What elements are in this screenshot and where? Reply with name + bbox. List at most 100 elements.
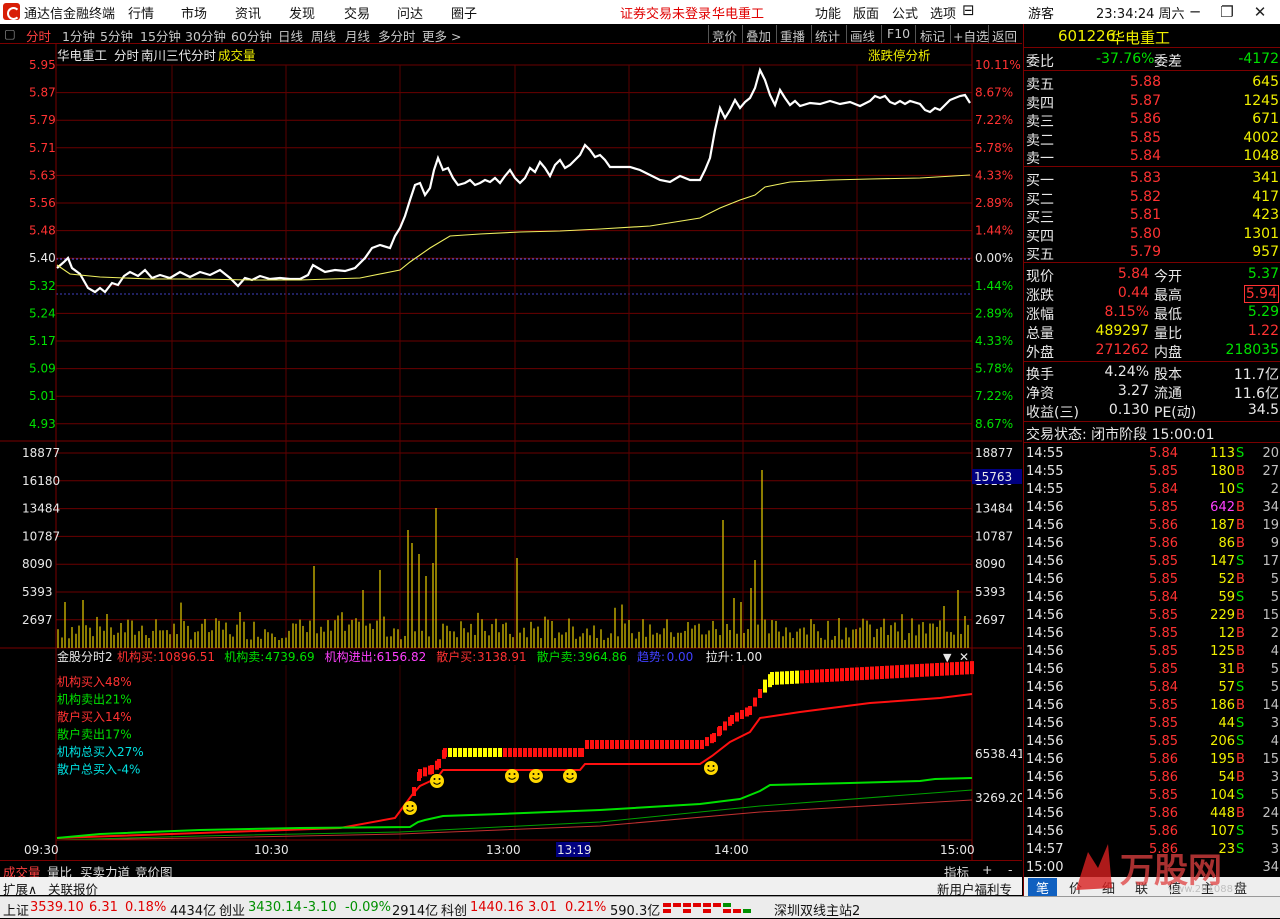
tool-gongneng[interactable]: 功能: [815, 3, 841, 22]
bid-row[interactable]: 买四 5.80 1301: [1024, 226, 1280, 245]
volume-tick-label-right: 2697: [975, 613, 1006, 627]
stat-row[interactable]: 换手 4.24% 股本 11.7亿: [1024, 364, 1280, 383]
tab-biaoji[interactable]: 标记: [920, 26, 945, 45]
tab-daily[interactable]: 日线: [278, 26, 303, 45]
ask-row[interactable]: 卖一 5.84 1048: [1024, 148, 1280, 167]
kc-index-label[interactable]: 科创: [441, 900, 467, 919]
quote-tab-0[interactable]: 笔: [1028, 878, 1058, 897]
ask-row[interactable]: 卖四 5.87 1245: [1024, 93, 1280, 112]
indicator-bar: [563, 748, 567, 757]
tick-side: B: [1236, 806, 1245, 821]
tab-more[interactable]: 更多 >: [422, 26, 461, 45]
ask-label: 卖一: [1026, 151, 1054, 167]
tab-monthly[interactable]: 月线: [345, 26, 370, 45]
tick-side: S: [1236, 788, 1245, 803]
menu-item-jiaoyi[interactable]: 交易: [344, 3, 370, 22]
window-close-icon[interactable]: ✕: [1245, 1, 1275, 23]
tab-back[interactable]: 返回: [992, 26, 1017, 45]
window-minimize-icon[interactable]: ─: [1180, 1, 1210, 23]
stat-label: 流通: [1154, 386, 1182, 402]
tab-15min[interactable]: 15分钟: [140, 26, 181, 45]
tab-huaxian[interactable]: 画线: [850, 26, 875, 45]
tab-weekly[interactable]: 周线: [311, 26, 336, 45]
indicator-item-label: 拉升:: [706, 649, 734, 664]
intraday-chart[interactable]: 5.95 10.11% 5.87 8.67% 5.79 7.22% 5.71 5.78% 5.6…: [0, 44, 1022, 860]
bid-label: 买二: [1026, 191, 1054, 208]
stat-row[interactable]: 涨幅 8.15% 最低 5.29: [1024, 304, 1280, 323]
tab-5min[interactable]: 5分钟: [100, 26, 133, 45]
tick-time: 14:56: [1026, 752, 1064, 767]
sh-index-label[interactable]: 上证: [3, 900, 29, 919]
menu-item-hangqing[interactable]: 行情: [128, 3, 154, 22]
user-label[interactable]: 游客: [1028, 3, 1054, 22]
collapse-icon[interactable]: ▢: [4, 26, 16, 41]
limit-analysis-button[interactable]: 涨跌停分析: [868, 48, 931, 63]
tick-time: 14:55: [1026, 464, 1064, 479]
tab-fenshi[interactable]: 分时: [26, 26, 51, 45]
stat-row[interactable]: 收益(三) 0.130 PE(动) 34.5: [1024, 402, 1280, 421]
bid-row[interactable]: 买二 5.82 417: [1024, 189, 1280, 208]
bid-price: 5.83: [1129, 170, 1161, 186]
time-tick-label: 15:00: [940, 843, 975, 857]
menu-item-zixun[interactable]: 资讯: [235, 3, 261, 22]
menu-item-faxian[interactable]: 发现: [289, 3, 315, 22]
tick-price: 5.85: [1149, 608, 1178, 623]
cy-index-label[interactable]: 创业: [219, 900, 245, 919]
tick-volume: 44: [1218, 716, 1235, 731]
bid-row[interactable]: 买五 5.79 957: [1024, 244, 1280, 263]
tool-xuanxiang[interactable]: 选项: [930, 3, 956, 22]
tab-multi-fenshi[interactable]: 多分时: [378, 26, 416, 45]
tick-price: 5.86: [1149, 752, 1178, 767]
indicator-item-label: 机构进出:: [325, 649, 377, 664]
indicator-bar: [748, 706, 752, 715]
tool-gongshi[interactable]: 公式: [892, 3, 918, 22]
tab-diejia[interactable]: 叠加: [746, 26, 771, 45]
login-notice[interactable]: 证券交易未登录: [620, 3, 711, 22]
tab-tongji[interactable]: 统计: [815, 26, 840, 45]
zoom-out-button[interactable]: -: [1008, 862, 1013, 877]
bid-row[interactable]: 买一 5.83 341: [1024, 170, 1280, 189]
tick-volume: 107: [1210, 824, 1235, 839]
indicator-bar: [635, 740, 639, 749]
ask-row[interactable]: 卖二 5.85 4002: [1024, 130, 1280, 149]
menu-item-shichang[interactable]: 市场: [181, 3, 207, 22]
stat-row[interactable]: 涨跌 0.44 最高 5.94: [1024, 285, 1280, 304]
tab-f10[interactable]: F10: [887, 26, 910, 41]
tab-30min[interactable]: 30分钟: [185, 26, 226, 45]
window-restore-icon[interactable]: ❐: [1212, 1, 1242, 23]
indicator-bar: [453, 748, 457, 757]
indicator-dropdown-icon[interactable]: ▼: [943, 651, 952, 664]
status-bar: 上证 3539.10 6.31 0.18% 4434亿 创业 3430.14 -…: [0, 896, 1280, 919]
indicator-bar: [800, 670, 804, 684]
bid-row[interactable]: 买三 5.81 423: [1024, 207, 1280, 226]
stat-row[interactable]: 总量 489297 量比 1.22: [1024, 323, 1280, 342]
stat-row[interactable]: 净资 3.27 流通 11.6亿: [1024, 383, 1280, 402]
minimize-app-icon[interactable]: ⊟: [962, 1, 975, 19]
ask-row[interactable]: 卖三 5.86 671: [1024, 111, 1280, 130]
zoom-in-button[interactable]: +: [982, 862, 992, 877]
indicator-bar: [568, 748, 572, 757]
menu-item-wenda[interactable]: 问达: [397, 3, 423, 22]
sub-chart-tab-bar: 成交量 量比 买卖力道 竞价图 指标 + -: [0, 860, 1022, 880]
pct-tick-label: 5.78%: [975, 141, 1013, 155]
indicator-bar: [712, 733, 716, 742]
tab-jingjia[interactable]: 竞价: [712, 26, 737, 45]
menu-item-quanzi[interactable]: 圈子: [451, 3, 477, 22]
tab-60min[interactable]: 60分钟: [231, 26, 272, 45]
ask-volume: 1048: [1243, 148, 1279, 164]
tab-1min[interactable]: 1分钟: [62, 26, 95, 45]
stat-row[interactable]: 现价 5.84 今开 5.37: [1024, 266, 1280, 285]
indicator-item-label: 机构卖:: [224, 649, 264, 664]
indicator-bar: [935, 663, 939, 677]
stat-row[interactable]: 外盘 271262 内盘 218035: [1024, 342, 1280, 361]
indicator-bar: [880, 666, 884, 680]
chart-svg: 5.95 10.11% 5.87 8.67% 5.79 7.22% 5.71 5.78% 5.6…: [0, 44, 1022, 860]
tick-row: 14:56 5.86 86 B 9: [1024, 535, 1280, 553]
tool-banmian[interactable]: 版面: [853, 3, 879, 22]
server-name[interactable]: 深圳双线主站2: [774, 900, 860, 919]
stat-label: 换手: [1026, 367, 1054, 383]
tab-add-watchlist[interactable]: +自选: [953, 26, 988, 45]
tick-count: 3: [1270, 770, 1279, 785]
ask-row[interactable]: 卖五 5.88 645: [1024, 74, 1280, 93]
tab-chongbo[interactable]: 重播: [780, 26, 805, 45]
